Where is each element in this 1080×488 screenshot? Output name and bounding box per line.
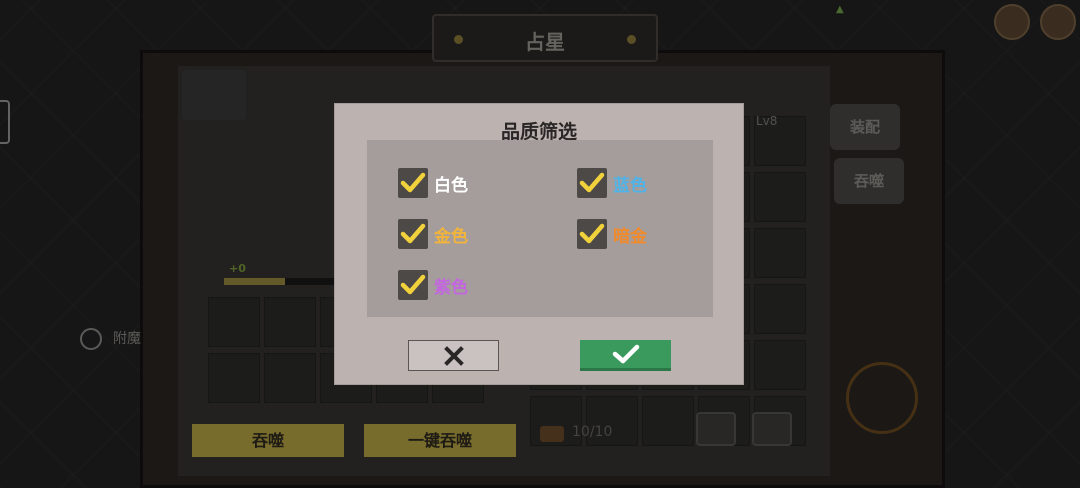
check-icon	[579, 223, 605, 244]
filter-label: 暗金	[613, 226, 647, 247]
close-icon	[443, 345, 464, 366]
check-icon	[400, 274, 426, 295]
check-icon	[400, 223, 426, 244]
checkbox[interactable]	[398, 219, 428, 249]
filter-label: 紫色	[434, 277, 468, 298]
filter-blue[interactable]: 蓝色	[577, 168, 647, 198]
cancel-button[interactable]	[408, 340, 499, 371]
confirm-button[interactable]	[580, 340, 671, 371]
filter-white[interactable]: 白色	[398, 168, 468, 198]
check-icon	[612, 344, 639, 364]
check-icon	[579, 172, 605, 193]
quality-filter-dialog: 品质筛选 白色 蓝色 金色 暗金 紫色	[335, 104, 743, 384]
checkbox[interactable]	[398, 270, 428, 300]
filter-purple[interactable]: 紫色	[398, 270, 468, 300]
filter-label: 白色	[434, 175, 468, 196]
checkbox[interactable]	[577, 168, 607, 198]
filter-gold[interactable]: 金色	[398, 219, 468, 249]
check-icon	[400, 172, 426, 193]
filter-label: 金色	[434, 226, 468, 247]
checkbox[interactable]	[398, 168, 428, 198]
checkbox[interactable]	[577, 219, 607, 249]
filter-dark-gold[interactable]: 暗金	[577, 219, 647, 249]
filter-label: 蓝色	[613, 175, 647, 196]
filter-options-box: 白色 蓝色 金色 暗金 紫色	[367, 140, 713, 317]
